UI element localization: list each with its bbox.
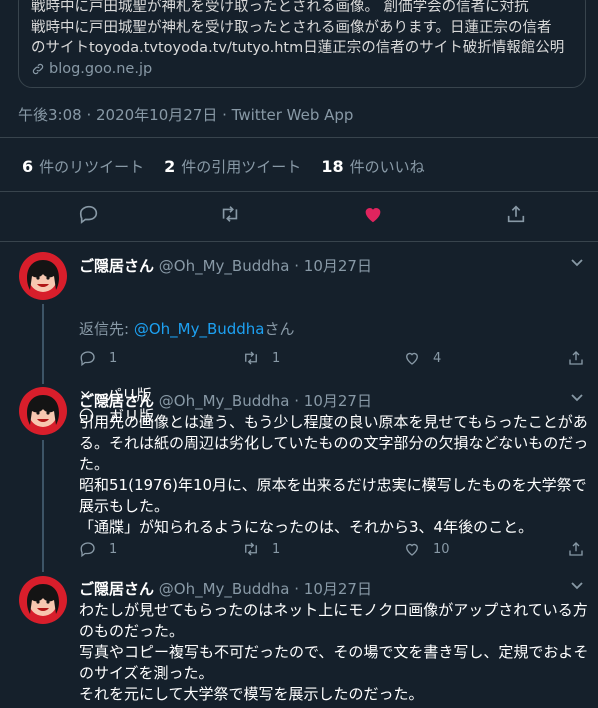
like-icon: [406, 543, 418, 556]
tweet-actions: 1 1 10: [79, 540, 589, 560]
handle-date[interactable]: @Oh_My_Buddha · 10月27日: [159, 257, 372, 275]
divider: [0, 241, 598, 242]
chevron-down-icon[interactable]: [570, 581, 584, 591]
share-action[interactable]: [567, 349, 585, 367]
thread-line: [42, 304, 44, 384]
reply-to-prefix: 返信先:: [79, 320, 134, 338]
thread-line: [42, 440, 44, 572]
avatar[interactable]: [19, 387, 67, 435]
card-domain-text: blog.goo.ne.jp: [49, 60, 153, 77]
tweet-content: 引用先の画像とは違う、もう少し程度の良い原本を見せてもらったことがある。それは紙…: [79, 413, 589, 536]
share-icon[interactable]: [505, 203, 527, 225]
tweet-header: ご隠居さん @Oh_My_Buddha · 10月27日: [79, 255, 372, 276]
like-count: 4: [433, 350, 442, 366]
retweet-count: 1: [272, 541, 281, 557]
like-count: 18: [321, 157, 344, 176]
tweet-actions: 1 1 4: [79, 349, 589, 369]
reply-to-suffix: さん: [264, 320, 295, 338]
tweet-header: ご隠居さん @Oh_My_Buddha · 10月27日: [79, 578, 372, 599]
main-tweet-actions: [0, 203, 598, 233]
like-action[interactable]: 10: [403, 540, 450, 558]
card-line: 戦時中に戸田城聖が神札を受け取ったとされる画像があります。日蓮正宗の信者: [31, 19, 552, 36]
retweet-stat-label: 件のリツイート: [39, 158, 145, 176]
link-card[interactable]: 戦時中に戸田城聖が神札を受け取ったとされる画像。 創価学会の信者に対抗 戦時中に…: [18, 0, 586, 88]
avatar-face-icon: [27, 260, 59, 292]
reply-action[interactable]: 1: [79, 349, 117, 367]
retweet-action[interactable]: 1: [242, 540, 280, 558]
tweet-timestamp[interactable]: 午後3:08 · 2020年10月27日 · Twitter Web App: [18, 104, 353, 125]
retweet-icon: [245, 351, 257, 365]
avatar-face-icon: [27, 584, 59, 616]
avatar-face-icon: [27, 395, 59, 427]
like-stat-label: 件のいいね: [349, 158, 425, 176]
like-stat[interactable]: 18 件のいいね: [321, 156, 424, 177]
like-icon: [406, 352, 418, 365]
tweet-stats: 6 件のリツイート 2 件の引用ツイート 18 件のいいね: [22, 156, 425, 177]
divider: [0, 191, 598, 192]
tweet-content: わたしが見せてもらったのはネット上にモノクロ画像がアップされている方のものだった…: [79, 601, 589, 703]
like-icon-filled[interactable]: [362, 203, 384, 225]
retweet-stat[interactable]: 6 件のリツイート: [22, 156, 144, 177]
avatar[interactable]: [19, 576, 67, 624]
chevron-down-icon[interactable]: [570, 258, 584, 268]
like-count: 10: [433, 541, 450, 557]
reply-action[interactable]: 1: [79, 540, 117, 558]
card-domain: blog.goo.ne.jp: [31, 59, 573, 79]
quote-stat[interactable]: 2 件の引用ツイート: [164, 156, 301, 177]
display-name[interactable]: ご隠居さん: [79, 580, 154, 598]
reply-icon[interactable]: [78, 203, 100, 225]
handle-date[interactable]: @Oh_My_Buddha · 10月27日: [159, 580, 372, 598]
display-name[interactable]: ご隠居さん: [79, 392, 154, 410]
quote-stat-label: 件の引用ツイート: [181, 158, 302, 176]
reply-to: 返信先: @Oh_My_Buddhaさん: [79, 319, 589, 340]
reply-icon: [80, 542, 95, 558]
like-action[interactable]: 4: [403, 349, 441, 367]
retweet-icon[interactable]: [219, 203, 241, 225]
card-line: 戦時中に戸田城聖が神札を受け取ったとされる画像。 創価学会の信者に対抗: [31, 0, 529, 15]
link-icon: [32, 63, 44, 74]
retweet-count: 1: [272, 350, 281, 366]
chevron-down-icon[interactable]: [570, 393, 584, 403]
reply-count: 1: [109, 350, 118, 366]
reply-count: 1: [109, 541, 118, 557]
retweet-count: 6: [22, 157, 34, 176]
tweet-header: ご隠居さん @Oh_My_Buddha · 10月27日: [79, 390, 372, 411]
retweet-icon: [245, 542, 257, 556]
handle-date[interactable]: @Oh_My_Buddha · 10月27日: [159, 392, 372, 410]
share-icon: [569, 351, 583, 365]
share-action[interactable]: [567, 540, 585, 558]
reply-icon: [80, 351, 95, 367]
card-line: のサイトtoyoda.tvtoyoda.tv/tutyo.htm日蓮正宗の信者の…: [31, 40, 565, 56]
display-name[interactable]: ご隠居さん: [79, 257, 154, 275]
reply-to-handle[interactable]: @Oh_My_Buddha: [134, 320, 265, 338]
divider: [0, 137, 598, 138]
avatar[interactable]: [19, 252, 67, 300]
retweet-action[interactable]: 1: [242, 349, 280, 367]
share-icon: [569, 542, 583, 556]
quote-count: 2: [164, 157, 176, 176]
